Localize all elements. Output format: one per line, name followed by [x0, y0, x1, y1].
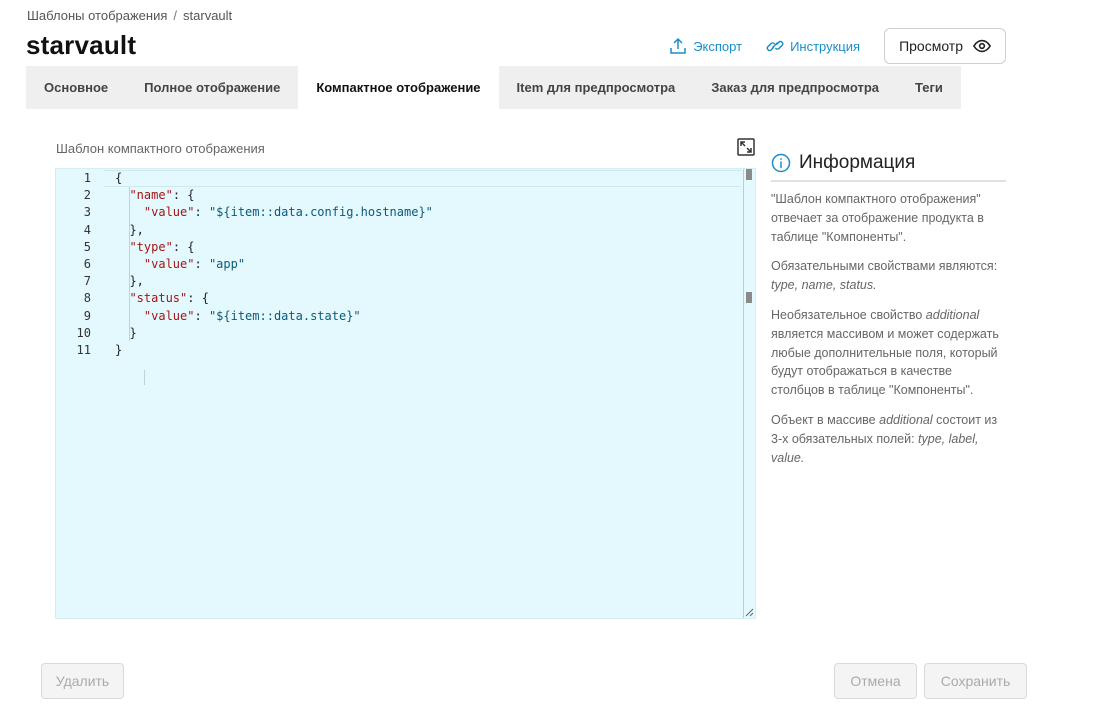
line-number: 1	[83, 171, 91, 185]
json-punctuation: }	[115, 342, 123, 357]
header-actions: Экспорт Инструкция Просмотр	[669, 28, 1006, 64]
delete-button[interactable]: Удалить	[41, 663, 124, 699]
export-link[interactable]: Экспорт	[669, 28, 742, 64]
line-number: 11	[76, 342, 91, 357]
code-line: },	[115, 222, 741, 239]
tab-bar: Основное Полное отображение Компактное о…	[26, 66, 961, 109]
json-punctuation: {	[115, 171, 123, 185]
breadcrumb-parent-link[interactable]: Шаблоны отображения	[27, 8, 167, 23]
breadcrumb-separator: /	[173, 8, 178, 23]
json-punctuation	[115, 309, 144, 323]
json-punctuation: :	[194, 308, 209, 323]
info-header: Информация	[771, 152, 1006, 182]
tab-full-view[interactable]: Полное отображение	[126, 66, 298, 109]
link-icon	[766, 40, 784, 52]
code-line: "value": "app"	[115, 256, 741, 273]
code-content[interactable]: { "name": { "value": "${item::data.confi…	[115, 169, 741, 359]
json-punctuation: },	[115, 222, 144, 237]
code-editor[interactable]: 1 2 3 4 5 6 7 8 9 10 11 { "name": { "value": "${it…	[55, 168, 756, 619]
line-number: 3	[83, 205, 91, 220]
json-punctuation: : {	[172, 188, 195, 203]
info-icon	[771, 153, 791, 173]
info-panel: Информация "Шаблон компактного отображен…	[771, 152, 1006, 467]
json-punctuation: }	[115, 325, 137, 340]
json-punctuation	[115, 291, 129, 305]
expand-icon[interactable]	[737, 138, 755, 156]
page-title: starvault	[26, 30, 137, 60]
code-line: "status": {	[115, 290, 741, 307]
code-line: "type": {	[115, 239, 741, 256]
json-punctuation: :	[194, 256, 209, 271]
export-label: Экспорт	[693, 38, 743, 54]
eye-icon	[973, 39, 991, 53]
tab-preview-order[interactable]: Заказ для предпросмотра	[693, 66, 897, 109]
json-string: "${item::data.config.hostname}"	[208, 205, 433, 220]
json-punctuation	[115, 188, 129, 202]
line-number: 2	[83, 188, 91, 203]
code-line: }	[115, 342, 741, 359]
code-line: "value": "${item::data.state}"	[115, 308, 741, 325]
preview-label: Просмотр	[899, 38, 963, 54]
json-punctuation: },	[115, 274, 144, 289]
tab-compact-view[interactable]: Компактное отображение	[298, 66, 499, 109]
json-string: "app"	[208, 256, 246, 271]
line-number: 5	[83, 239, 91, 254]
code-line: "value": "${item::data.config.hostname}"	[115, 204, 741, 221]
preview-button[interactable]: Просмотр	[884, 28, 1006, 64]
line-number: 6	[83, 256, 91, 271]
info-paragraph: Обязательными свойствами являются: type,…	[771, 259, 998, 293]
cancel-button[interactable]: Отмена	[834, 663, 917, 699]
editor-label: Шаблон компактного отображения	[56, 141, 265, 156]
line-number: 7	[83, 274, 91, 289]
scroll-marker	[746, 169, 752, 180]
resize-grip-icon[interactable]	[745, 608, 754, 617]
json-key: "name"	[129, 188, 173, 203]
upload-icon	[670, 37, 686, 54]
json-punctuation: :	[194, 205, 209, 220]
line-number: 9	[83, 308, 91, 323]
json-key: "value"	[143, 205, 195, 220]
json-key: "value"	[143, 308, 195, 323]
code-line: }	[115, 325, 741, 342]
scroll-marker	[746, 292, 752, 303]
line-number-gutter: 1 2 3 4 5 6 7 8 9 10 11	[56, 169, 104, 359]
info-body: "Шаблон компактного отображения" отвечае…	[771, 190, 1006, 467]
json-string: "${item::data.state}"	[208, 308, 361, 323]
indent-guide	[144, 370, 145, 385]
instructions-label: Инструкция	[790, 38, 861, 54]
info-paragraph: Необязательное свойство additional являе…	[771, 307, 999, 398]
breadcrumb: Шаблоны отображения / starvault	[27, 8, 232, 23]
info-title: Информация	[799, 152, 916, 173]
line-number: 10	[76, 325, 91, 340]
line-number: 4	[83, 222, 91, 237]
code-line: },	[115, 273, 741, 290]
breadcrumb-current: starvault	[183, 8, 233, 23]
json-key: "value"	[143, 256, 195, 271]
json-key: "type"	[129, 239, 173, 254]
json-punctuation: : {	[172, 239, 195, 254]
instructions-link[interactable]: Инструкция	[766, 28, 860, 64]
json-punctuation: : {	[187, 291, 209, 306]
tab-tags[interactable]: Теги	[897, 66, 961, 109]
code-line: "name": {	[115, 187, 741, 204]
info-paragraph: Объект в массиве additional состоит из 3…	[771, 412, 998, 465]
line-number: 8	[83, 291, 91, 306]
json-punctuation	[115, 205, 144, 219]
save-button[interactable]: Сохранить	[924, 663, 1027, 699]
info-paragraph: "Шаблон компактного отображения" отвечае…	[771, 192, 984, 244]
json-punctuation	[115, 240, 129, 254]
code-line: {	[115, 170, 741, 187]
editor-scrollbar[interactable]	[743, 169, 755, 618]
json-key: "status"	[129, 291, 188, 306]
tab-preview-item[interactable]: Item для предпросмотра	[499, 66, 694, 109]
json-punctuation	[115, 257, 144, 271]
tab-general[interactable]: Основное	[26, 66, 126, 109]
